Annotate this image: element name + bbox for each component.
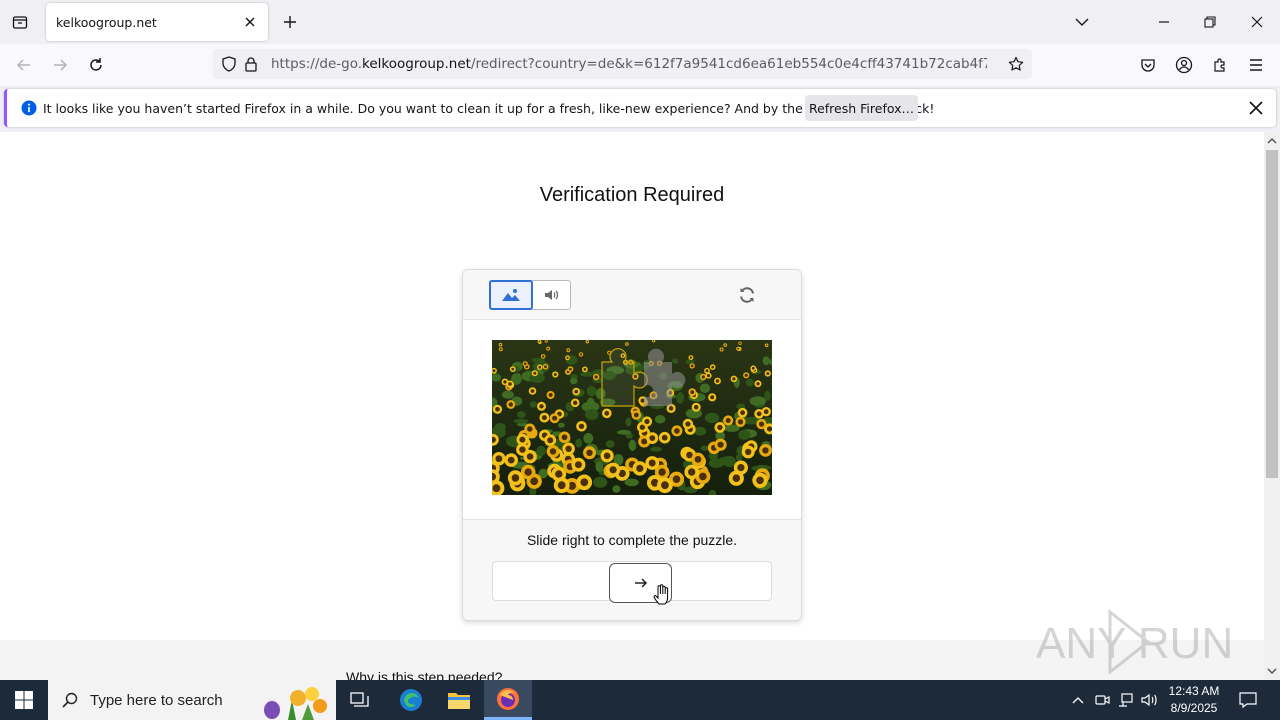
captcha-footer: Slide right to complete the puzzle. (463, 519, 801, 620)
page-scrollbar[interactable] (1264, 132, 1280, 680)
image-icon (502, 289, 520, 301)
scroll-up-icon[interactable] (1267, 136, 1277, 146)
page-content: Verification Required Slide right to com… (0, 132, 1264, 680)
search-icon (62, 692, 78, 708)
reload-icon[interactable] (84, 53, 108, 77)
minimize-icon[interactable] (1152, 10, 1176, 34)
tracking-protection-shield-icon[interactable] (219, 54, 239, 74)
close-notification-icon[interactable] (1247, 99, 1265, 117)
page-title: Verification Required (539, 184, 725, 206)
tab-title: kelkoogroup.net (56, 14, 157, 30)
start-button[interactable] (0, 680, 48, 720)
clock-date: 8/9/2025 (1170, 701, 1218, 715)
bookmark-star-icon[interactable] (1006, 54, 1026, 74)
scroll-down-icon[interactable] (1267, 666, 1277, 676)
list-all-tabs-icon[interactable] (1070, 10, 1094, 34)
url-path: /redirect?country=de&k=612f7a9541cd6ea61… (470, 56, 987, 72)
hand-cursor-icon (653, 584, 669, 605)
tab-strip: kelkoogroup.net (0, 0, 1280, 44)
anyrun-watermark: ANY RUN (1036, 608, 1236, 676)
sunflower-field-image (492, 340, 772, 495)
captcha-mode-toggle (489, 280, 571, 310)
notifications-icon[interactable] (1236, 680, 1260, 720)
search-highlight-flowers-icon (264, 687, 327, 720)
taskbar-search-box[interactable]: Type here to search (48, 680, 336, 720)
taskbar-clock[interactable]: 12:43 AM 8/9/2025 (1162, 683, 1226, 717)
firefox-taskbar-icon[interactable] (484, 680, 532, 720)
extensions-icon[interactable] (1208, 53, 1232, 77)
windows-logo-icon (15, 691, 33, 709)
search-placeholder: Type here to search (90, 691, 223, 709)
menu-icon[interactable] (1244, 53, 1268, 77)
windows-taskbar: Type here to search 12:43 AM 8/9/2025 (0, 680, 1280, 720)
image-mode-button[interactable] (489, 280, 533, 310)
url-bar[interactable]: https://de-go.kelkoogroup.net/redirect?c… (213, 49, 1032, 79)
task-view-icon[interactable] (336, 680, 384, 720)
captcha-refresh-icon[interactable] (737, 285, 757, 305)
url-host: kelkoogroup.net (362, 56, 471, 72)
speaker-icon (545, 290, 559, 300)
puzzle-image (492, 340, 772, 495)
refresh-firefox-notification: It looks like you haven’t started Firefo… (4, 89, 1276, 127)
network-icon[interactable] (1116, 680, 1136, 720)
account-icon[interactable] (1172, 53, 1196, 77)
captcha-header (463, 270, 801, 320)
file-explorer-icon[interactable] (435, 680, 483, 720)
url-text[interactable]: https://de-go.kelkoogroup.net/redirect?c… (271, 56, 987, 72)
captcha-instruction: Slide right to complete the puzzle. (526, 532, 738, 548)
refresh-firefox-button[interactable]: Refresh Firefox… (805, 95, 918, 121)
notification-text: It looks like you haven’t started Firefo… (43, 101, 935, 116)
captcha-widget: Slide right to complete the puzzle. (462, 269, 802, 621)
info-icon (21, 100, 37, 116)
pocket-icon[interactable] (1136, 53, 1160, 77)
lock-icon[interactable] (241, 54, 261, 74)
slider-track[interactable] (492, 561, 772, 603)
arrow-right-icon (634, 578, 647, 588)
tab-list-icon[interactable] (8, 10, 32, 34)
restore-icon[interactable] (1198, 10, 1222, 34)
new-tab-icon[interactable] (280, 12, 300, 32)
back-icon[interactable] (12, 53, 36, 77)
watermark-text: ANY RUN (1036, 619, 1233, 668)
close-window-icon[interactable] (1245, 10, 1269, 34)
forward-icon[interactable] (48, 53, 72, 77)
edge-icon[interactable] (387, 680, 435, 720)
scrollbar-thumb[interactable] (1266, 150, 1278, 478)
audio-mode-button[interactable] (534, 281, 570, 309)
volume-icon[interactable] (1140, 680, 1160, 720)
navigation-toolbar: https://de-go.kelkoogroup.net/redirect?c… (0, 44, 1280, 86)
tab-close-icon[interactable] (242, 14, 258, 30)
tab-active[interactable]: kelkoogroup.net (46, 3, 268, 41)
show-hidden-icons[interactable] (1068, 680, 1088, 720)
meet-now-icon[interactable] (1092, 680, 1112, 720)
clock-time: 12:43 AM (1168, 684, 1220, 698)
why-step-needed-text: Why is this step needed? (346, 669, 503, 680)
url-prefix: https://de-go. (271, 56, 363, 72)
